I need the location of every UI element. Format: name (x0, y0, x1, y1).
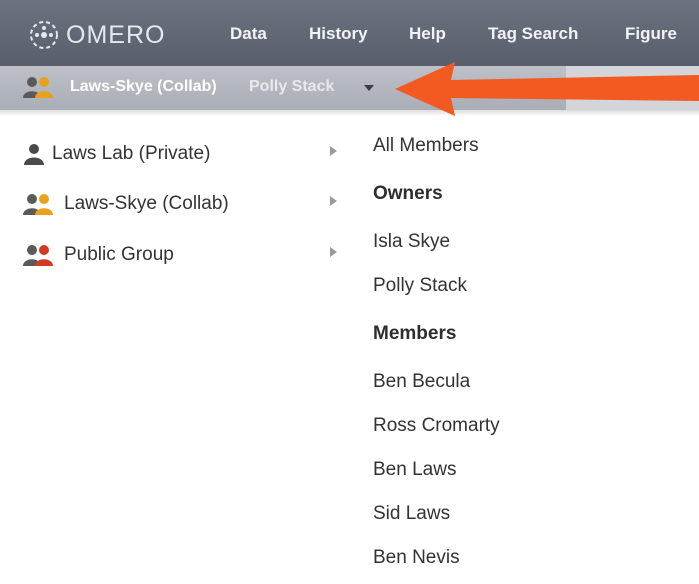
member-item[interactable]: Ben Laws (373, 459, 456, 481)
annotation-arrow-icon (395, 62, 699, 116)
member-item[interactable]: Sid Laws (373, 503, 450, 525)
group-label: Laws-Skye (Collab) (64, 193, 229, 214)
public-group-icon (23, 245, 53, 266)
omero-logo-icon (30, 21, 58, 49)
current-group-name[interactable]: Laws-Skye (Collab) (70, 78, 217, 96)
group-label: Public Group (64, 244, 174, 265)
group-item-laws-lab[interactable]: Laws Lab (Private) (22, 140, 210, 168)
member-item-all[interactable]: All Members (373, 135, 479, 157)
collab-group-icon (23, 194, 53, 215)
omero-logo[interactable]: OMERO (28, 19, 165, 51)
nav-history[interactable]: History (309, 24, 368, 44)
nav-figure[interactable]: Figure (625, 24, 677, 44)
member-item[interactable]: Ross Cromarty (373, 415, 500, 437)
collab-group-icon (22, 76, 58, 103)
group-item-public-group[interactable]: Public Group (22, 241, 174, 269)
owners-header: Owners (373, 183, 443, 204)
chevron-down-icon[interactable] (364, 85, 374, 91)
submenu-arrow-icon (330, 196, 337, 206)
member-item[interactable]: Ben Nevis (373, 547, 460, 569)
member-item[interactable]: Isla Skye (373, 231, 450, 253)
members-header: Members (373, 323, 457, 344)
group-item-laws-skye[interactable]: Laws-Skye (Collab) (22, 190, 229, 218)
current-user-name[interactable]: Polly Stack (249, 78, 334, 96)
private-group-icon (24, 144, 44, 165)
member-item[interactable]: Ben Becula (373, 371, 470, 393)
nav-help[interactable]: Help (409, 24, 446, 44)
nav-tag-search[interactable]: Tag Search (488, 24, 578, 44)
nav-data[interactable]: Data (230, 24, 267, 44)
logo-text: OMERO (66, 20, 166, 49)
submenu-arrow-icon (330, 247, 337, 257)
submenu-arrow-icon (330, 146, 337, 156)
group-label: Laws Lab (Private) (52, 143, 211, 164)
member-item[interactable]: Polly Stack (373, 275, 467, 297)
